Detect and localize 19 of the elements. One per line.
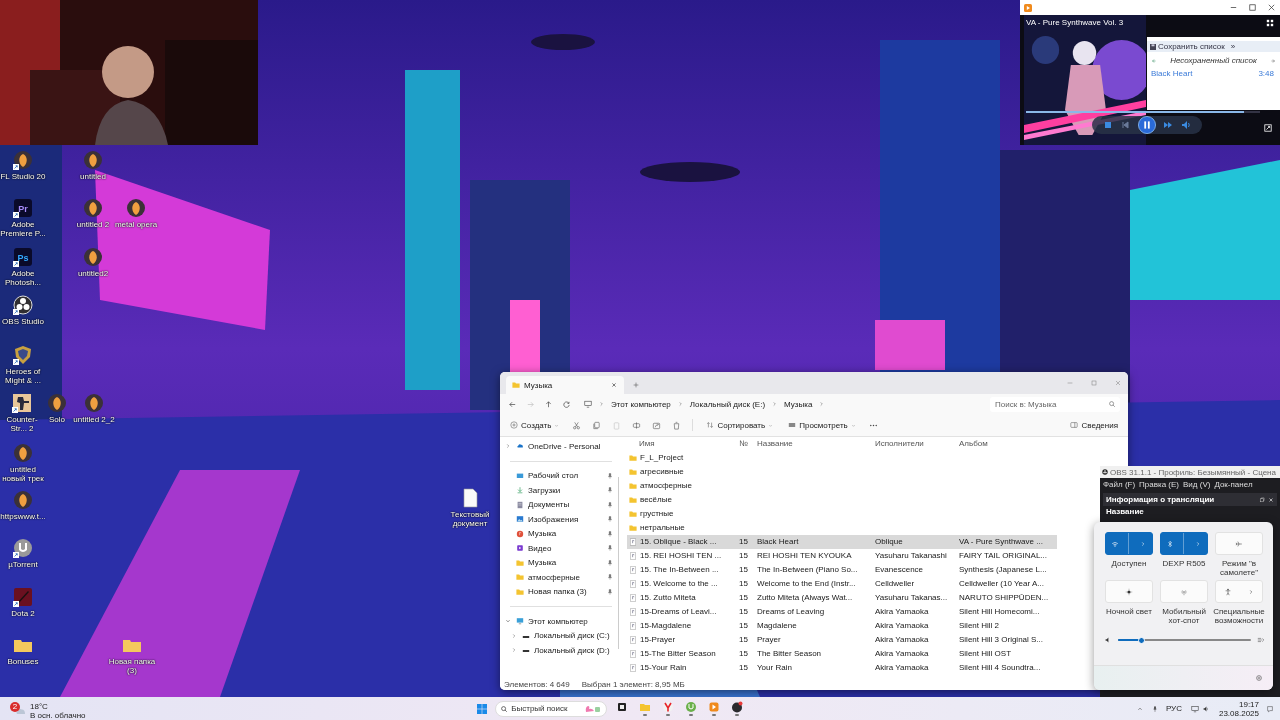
- language-indicator[interactable]: РУС: [1165, 704, 1182, 713]
- obs-icon: [731, 701, 744, 714]
- clock[interactable]: 19:17 23.08.2025: [1218, 699, 1259, 718]
- browser-icon: [662, 701, 675, 714]
- weather-condition: В осн. облачно: [30, 710, 86, 720]
- monitor-icon: [1190, 704, 1199, 713]
- task-view-icon: [616, 701, 629, 714]
- search-icon: [500, 704, 509, 713]
- player-icon: [708, 701, 721, 714]
- weather-widget[interactable]: 2 18°C В осн. облачно: [10, 697, 86, 720]
- utorrent-icon: [685, 701, 698, 714]
- speaker-icon: [1201, 704, 1210, 713]
- notifications-icon[interactable]: [1266, 704, 1274, 713]
- microphone-icon[interactable]: [1150, 704, 1159, 713]
- folder-icon: [639, 701, 652, 714]
- search-field[interactable]: Быстрый поиск: [495, 700, 608, 717]
- notification-badge: 2: [10, 701, 20, 712]
- start-icon[interactable]: [476, 702, 489, 715]
- temperature: 18°C: [30, 701, 49, 711]
